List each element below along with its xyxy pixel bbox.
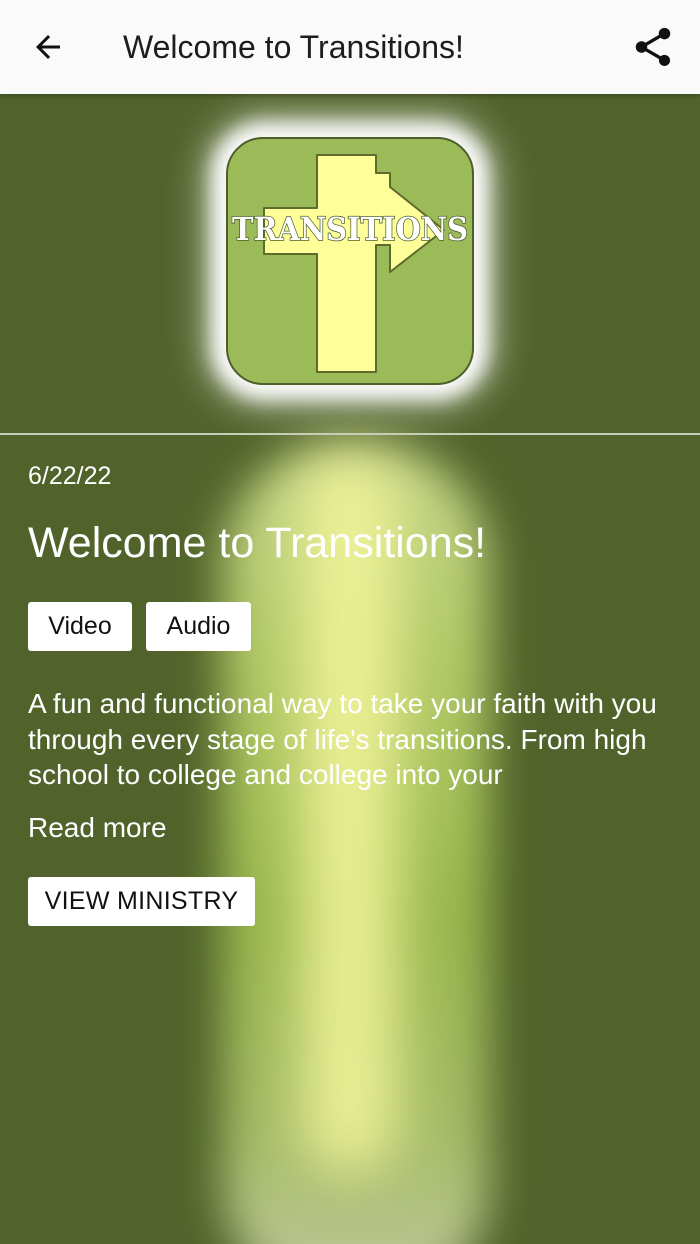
- share-icon: [635, 27, 671, 67]
- transitions-logo: TRANSITIONS: [226, 137, 474, 385]
- app-bar: Welcome to Transitions!: [0, 0, 700, 94]
- transitions-logo-graphic: TRANSITIONS: [226, 137, 474, 385]
- hero-divider: [0, 433, 700, 435]
- back-button[interactable]: [24, 23, 72, 71]
- share-button[interactable]: [626, 20, 680, 74]
- tag-audio[interactable]: Audio: [146, 602, 251, 651]
- view-ministry-button[interactable]: VIEW MINISTRY: [28, 877, 255, 926]
- post-date: 6/22/22: [28, 462, 112, 490]
- logo-text: TRANSITIONS: [232, 210, 468, 248]
- arrow-left-icon: [36, 35, 60, 59]
- post-title: Welcome to Transitions!: [28, 519, 487, 567]
- read-more-link[interactable]: Read more: [28, 810, 167, 846]
- hero-banner: TRANSITIONS: [0, 94, 700, 433]
- post-description: A fun and functional way to take your fa…: [28, 688, 657, 790]
- app-bar-title: Welcome to Transitions!: [123, 29, 464, 65]
- tag-video[interactable]: Video: [28, 602, 132, 651]
